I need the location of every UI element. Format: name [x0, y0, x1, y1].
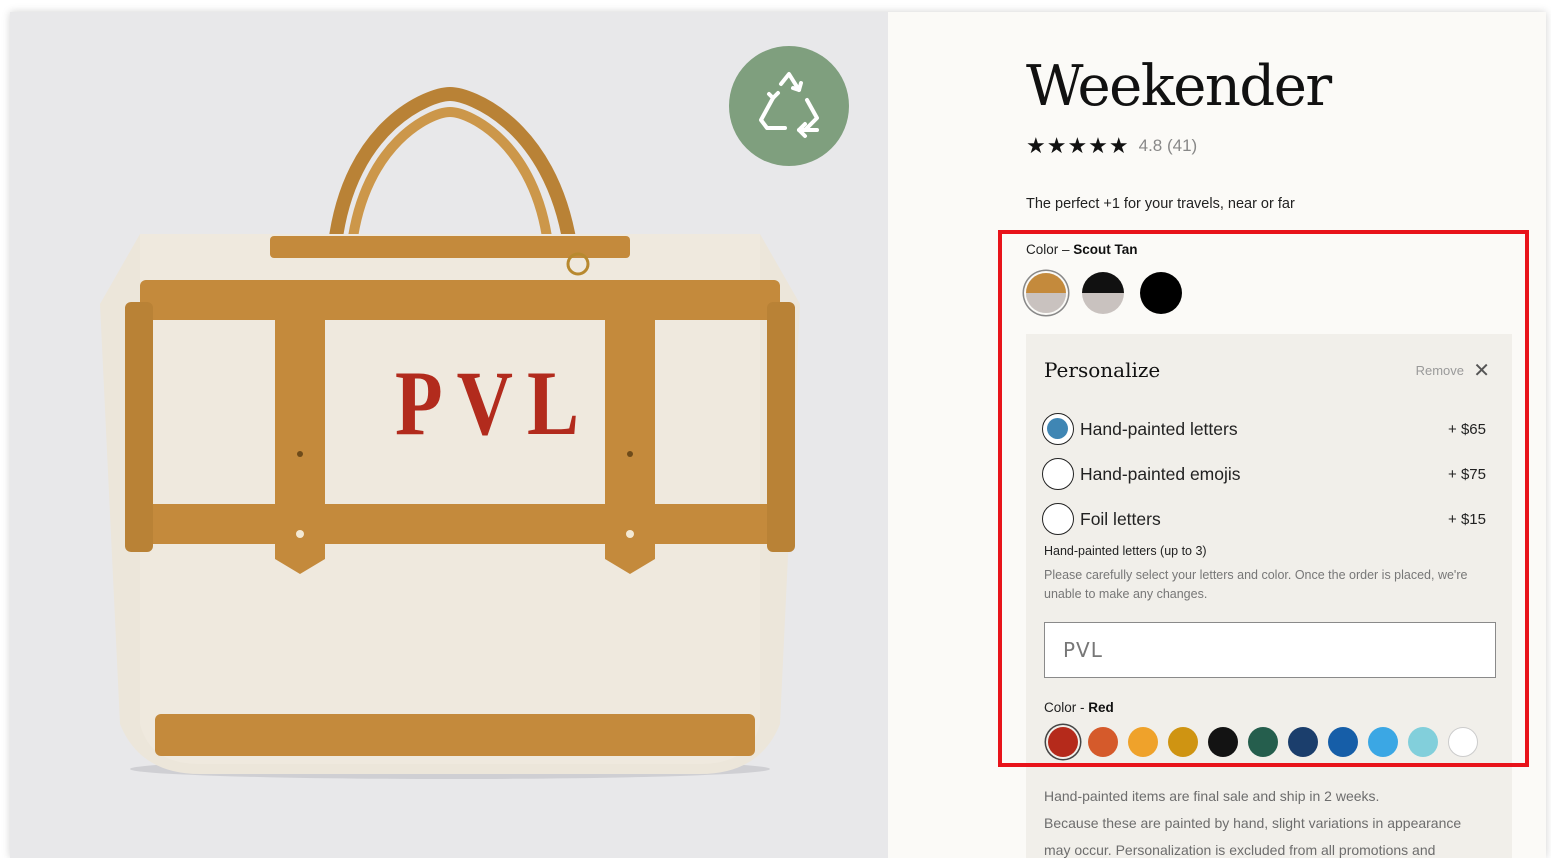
rating-count[interactable]: 4.8 (41)	[1139, 136, 1198, 156]
hand-painted-notice: Hand-painted items are final sale and sh…	[1026, 774, 1512, 858]
product-title: Weekender	[1026, 54, 1332, 119]
rating[interactable]: ★★★★★ 4.8 (41)	[1026, 133, 1197, 159]
notice-line: Because these are painted by hand, sligh…	[1044, 815, 1462, 831]
product-image-area: PVL	[10, 12, 888, 858]
product-tagline: The perfect +1 for your travels, near or…	[1026, 196, 1295, 212]
notice-line: may occur. Personalization is excluded f…	[1044, 842, 1436, 858]
star-rating-icon: ★★★★★	[1026, 133, 1130, 158]
annotation-highlight-box	[998, 230, 1529, 767]
notice-line: Hand-painted items are final sale and sh…	[1044, 788, 1380, 804]
bag-monogram: PVL	[395, 351, 593, 454]
